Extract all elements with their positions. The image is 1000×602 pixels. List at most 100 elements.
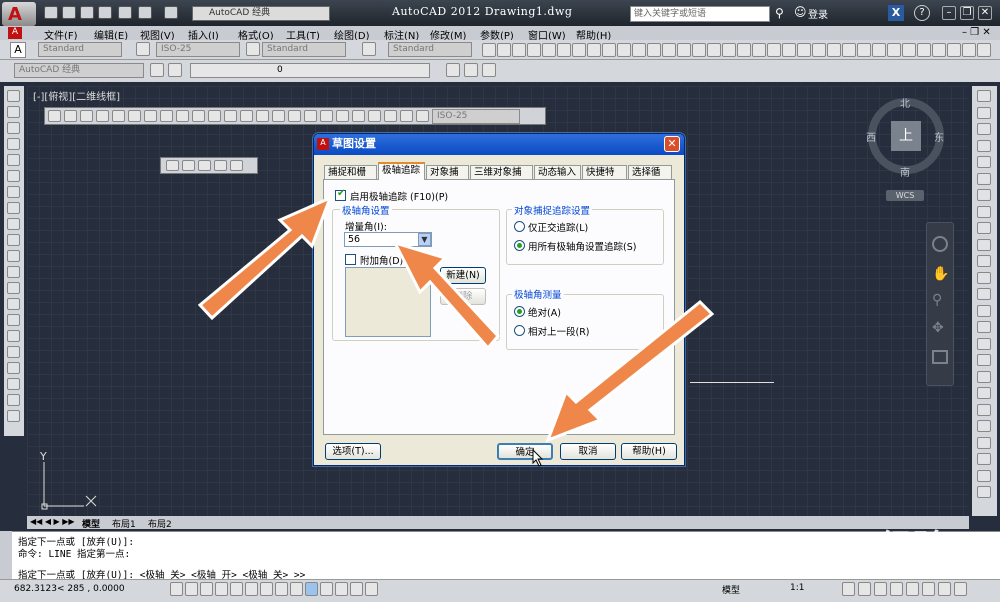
ortho-only-radio[interactable] <box>514 221 525 232</box>
toolbar-icon[interactable] <box>827 43 841 57</box>
dimension-tool-icon[interactable] <box>288 110 301 122</box>
qnew-icon[interactable] <box>44 6 58 19</box>
dimension-tool-icon[interactable] <box>304 110 317 122</box>
status-toggle-icon[interactable] <box>275 582 288 596</box>
delete-angle-button[interactable]: 删除 <box>440 288 486 305</box>
modify-tool-icon[interactable] <box>977 288 991 300</box>
toolbar-icon[interactable] <box>842 43 856 57</box>
ok-button[interactable]: 确定 <box>497 443 553 460</box>
status-toggle-icon[interactable] <box>350 582 363 596</box>
dimension-tool-icon[interactable] <box>48 110 61 122</box>
inquiry-tool-icon[interactable] <box>230 160 243 171</box>
new-angle-button[interactable]: 新建(N) <box>440 267 486 284</box>
inquiry-tool-icon[interactable] <box>182 160 195 171</box>
additional-angles-list[interactable] <box>345 267 431 337</box>
help-button[interactable]: 帮助(H) <box>621 443 677 460</box>
toolbar-icon[interactable] <box>692 43 706 57</box>
draw-tool-icon[interactable] <box>7 266 20 278</box>
modify-tool-icon[interactable] <box>977 156 991 168</box>
all-polar-radio[interactable] <box>514 240 525 251</box>
toolbar-icon[interactable] <box>572 43 586 57</box>
status-tray-icon[interactable] <box>890 582 903 596</box>
modify-tool-icon[interactable] <box>977 337 991 350</box>
dimension-tool-icon[interactable] <box>320 110 333 122</box>
search-icon[interactable]: ⚲ <box>775 6 784 20</box>
layer-states-icon[interactable] <box>482 63 496 77</box>
toolbar-icon[interactable] <box>587 43 601 57</box>
toolbar-icon[interactable] <box>617 43 631 57</box>
showmotion-icon[interactable] <box>932 350 948 364</box>
toolbar-icon[interactable] <box>602 43 616 57</box>
enable-polar-checkbox[interactable]: ✔ <box>335 188 346 201</box>
qsave-icon[interactable] <box>80 6 94 19</box>
tab-4[interactable]: 动态输入 <box>534 165 581 179</box>
status-toggle-icon[interactable] <box>365 582 378 596</box>
toolbar-icon[interactable] <box>497 43 511 57</box>
viewport-label[interactable]: [-][俯视][二维线框] <box>33 88 120 103</box>
layout-nav-arrows[interactable]: ◀◀ ◀ ▶ ▶▶ <box>30 517 75 526</box>
restore-button[interactable]: ❐ <box>960 6 974 20</box>
toolbar-icon[interactable] <box>797 43 811 57</box>
modify-tool-icon[interactable] <box>977 436 991 449</box>
draw-tool-icon[interactable] <box>7 90 20 102</box>
toolbar-icon[interactable] <box>542 43 556 57</box>
tab-layout2[interactable]: 布局2 <box>148 517 172 530</box>
status-tray-icon[interactable] <box>842 582 855 596</box>
dimension-tool-icon[interactable] <box>208 110 221 122</box>
annotation-scale[interactable]: 1:1 <box>790 583 804 593</box>
dimension-tool-icon[interactable] <box>384 110 397 122</box>
inquiry-tool-icon[interactable] <box>198 160 211 171</box>
toolbar-icon[interactable] <box>872 43 886 57</box>
compass-west[interactable]: 西 <box>866 129 876 144</box>
undo-icon[interactable] <box>138 6 152 19</box>
plot-icon[interactable] <box>118 6 132 19</box>
status-tray-icon[interactable] <box>906 582 919 596</box>
model-space-toggle[interactable]: 模型 <box>722 583 740 596</box>
close-button[interactable]: ✕ <box>978 6 992 20</box>
table-style-icon[interactable] <box>246 42 260 56</box>
dimension-tool-icon[interactable] <box>224 110 237 122</box>
modify-tool-icon[interactable] <box>977 222 991 234</box>
tab-1[interactable]: 极轴追踪 <box>378 162 425 180</box>
redo-icon[interactable] <box>164 6 178 19</box>
steering-wheel-icon[interactable] <box>932 236 948 252</box>
modify-tool-icon[interactable] <box>977 403 991 416</box>
toolbar-icon[interactable] <box>737 43 751 57</box>
modify-tool-icon[interactable] <box>977 469 991 482</box>
toolbar-icon[interactable] <box>707 43 721 57</box>
layer-previous-icon[interactable] <box>464 63 478 77</box>
dimension-tool-icon[interactable] <box>144 110 157 122</box>
dimension-tool-icon[interactable] <box>256 110 269 122</box>
command-window-grip[interactable] <box>0 531 12 579</box>
status-tray-icon[interactable] <box>858 582 871 596</box>
dimension-tool-icon[interactable] <box>368 110 381 122</box>
draw-tool-icon[interactable] <box>7 218 20 230</box>
toolbar-icon[interactable] <box>722 43 736 57</box>
dimension-tool-icon[interactable] <box>192 110 205 122</box>
modify-tool-icon[interactable] <box>977 271 991 284</box>
draw-tool-icon[interactable] <box>7 138 20 150</box>
dimension-tool-icon[interactable] <box>400 110 413 122</box>
tab-5[interactable]: 快捷特性 <box>582 165 627 191</box>
login-button[interactable]: 登录 <box>808 6 828 21</box>
dimension-tool-icon[interactable] <box>352 110 365 122</box>
status-toggle-icon[interactable] <box>170 582 183 596</box>
toolbar-icon[interactable] <box>512 43 526 57</box>
dimension-tool-icon[interactable] <box>160 110 173 122</box>
table-style-combo[interactable]: Standard <box>262 42 346 57</box>
modify-tool-icon[interactable] <box>977 453 991 465</box>
dialog-close-button[interactable]: ✕ <box>664 136 680 152</box>
modify-tool-icon[interactable] <box>977 189 991 201</box>
tab-layout1[interactable]: 布局1 <box>112 517 136 530</box>
additional-angles-checkbox[interactable] <box>345 254 356 265</box>
dimension-tool-icon[interactable] <box>128 110 141 122</box>
wcs-menu[interactable]: WCS <box>886 190 924 201</box>
modify-tool-icon[interactable] <box>977 139 991 152</box>
status-toggle-icon[interactable] <box>215 582 228 596</box>
qopen-icon[interactable] <box>62 6 76 19</box>
modify-tool-icon[interactable] <box>977 106 991 119</box>
toolbar-icon[interactable] <box>677 43 691 57</box>
inquiry-tool-icon[interactable] <box>214 160 227 171</box>
minimize-button[interactable]: – <box>942 6 956 20</box>
draw-tool-icon[interactable] <box>7 234 20 246</box>
